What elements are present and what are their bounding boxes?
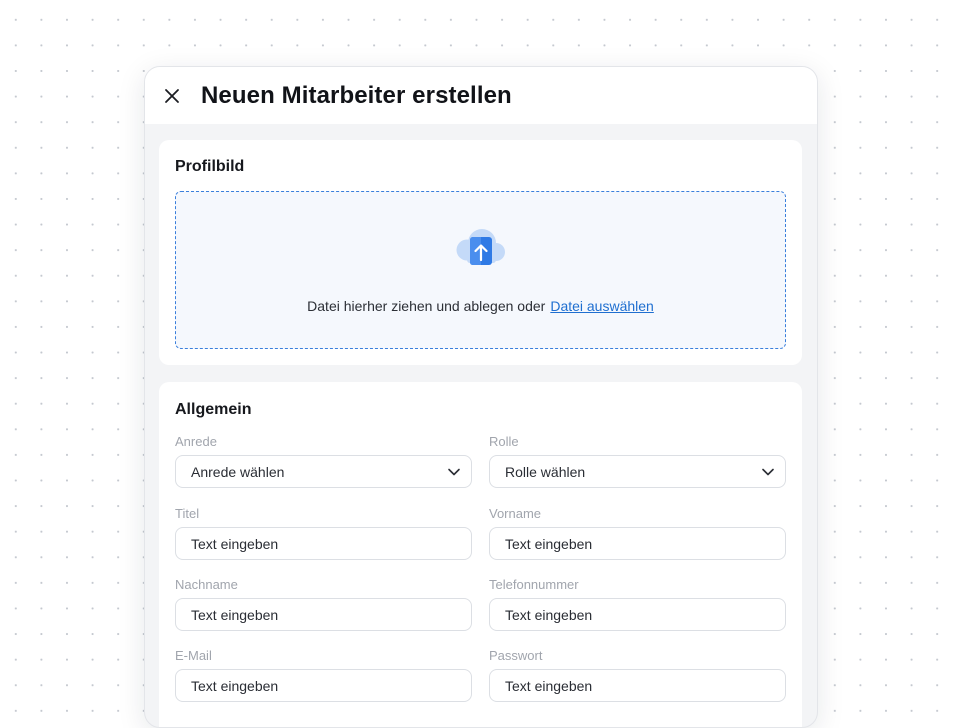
phone-placeholder: Text eingeben bbox=[505, 606, 593, 623]
salutation-value: Anrede wählen bbox=[191, 463, 285, 480]
email-field: E-Mail Text eingeben bbox=[175, 648, 472, 702]
last-name-label: Nachname bbox=[175, 577, 238, 592]
first-name-label: Vorname bbox=[489, 506, 542, 521]
title-input[interactable]: Text eingeben bbox=[175, 527, 472, 560]
general-title: Allgemein bbox=[175, 401, 252, 418]
first-name-field: Vorname Text eingeben bbox=[489, 506, 786, 560]
password-field: Passwort Text eingeben bbox=[489, 648, 786, 702]
salutation-label: Anrede bbox=[175, 434, 217, 449]
first-name-input[interactable]: Text eingeben bbox=[489, 527, 786, 560]
salutation-field: Anrede Anrede wählen bbox=[175, 434, 472, 488]
email-label: E-Mail bbox=[175, 648, 212, 663]
title-label: Titel bbox=[175, 506, 200, 521]
dropzone-text: Datei hierher ziehen und ablegen oder Dat… bbox=[176, 298, 785, 314]
close-icon bbox=[165, 88, 179, 103]
phone-field: Telefonnummer Text eingeben bbox=[489, 577, 786, 631]
last-name-input[interactable]: Text eingeben bbox=[175, 598, 472, 631]
modal-title: Neuen Mitarbeiter erstellen bbox=[201, 81, 512, 109]
first-name-placeholder: Text eingeben bbox=[505, 535, 593, 552]
chevron-down-icon bbox=[761, 465, 775, 479]
close-button[interactable] bbox=[162, 86, 182, 106]
email-input[interactable]: Text eingeben bbox=[175, 669, 472, 702]
create-employee-modal: Neuen Mitarbeiter erstellen Profilbild D… bbox=[144, 66, 818, 728]
phone-input[interactable]: Text eingeben bbox=[489, 598, 786, 631]
title-field: Titel Text eingeben bbox=[175, 506, 472, 560]
modal-header: Neuen Mitarbeiter erstellen bbox=[145, 67, 817, 124]
chevron-down-icon bbox=[447, 465, 461, 479]
last-name-placeholder: Text eingeben bbox=[191, 606, 279, 623]
password-input[interactable]: Text eingeben bbox=[489, 669, 786, 702]
title-placeholder: Text eingeben bbox=[191, 535, 279, 552]
role-value: Rolle wählen bbox=[505, 463, 586, 480]
dropzone-instruction: Datei hierher ziehen und ablegen oder bbox=[307, 298, 546, 314]
profile-picture-title: Profilbild bbox=[175, 158, 245, 175]
salutation-select[interactable]: Anrede wählen bbox=[175, 455, 472, 488]
password-placeholder: Text eingeben bbox=[505, 677, 593, 694]
email-placeholder: Text eingeben bbox=[191, 677, 279, 694]
cloud-upload-icon bbox=[456, 229, 505, 265]
password-label: Passwort bbox=[489, 648, 543, 663]
role-field: Rolle Rolle wählen bbox=[489, 434, 786, 488]
file-dropzone[interactable]: Datei hierher ziehen und ablegen oder Dat… bbox=[175, 191, 786, 349]
general-card: Allgemein Anrede Anrede wählen Rolle Rol… bbox=[159, 382, 802, 727]
role-label: Rolle bbox=[489, 434, 519, 449]
last-name-field: Nachname Text eingeben bbox=[175, 577, 472, 631]
profile-picture-card: Profilbild Datei hierher ziehen und able… bbox=[159, 140, 802, 365]
phone-label: Telefonnummer bbox=[489, 577, 579, 592]
role-select[interactable]: Rolle wählen bbox=[489, 455, 786, 488]
choose-file-link[interactable]: Datei auswählen bbox=[550, 298, 654, 314]
